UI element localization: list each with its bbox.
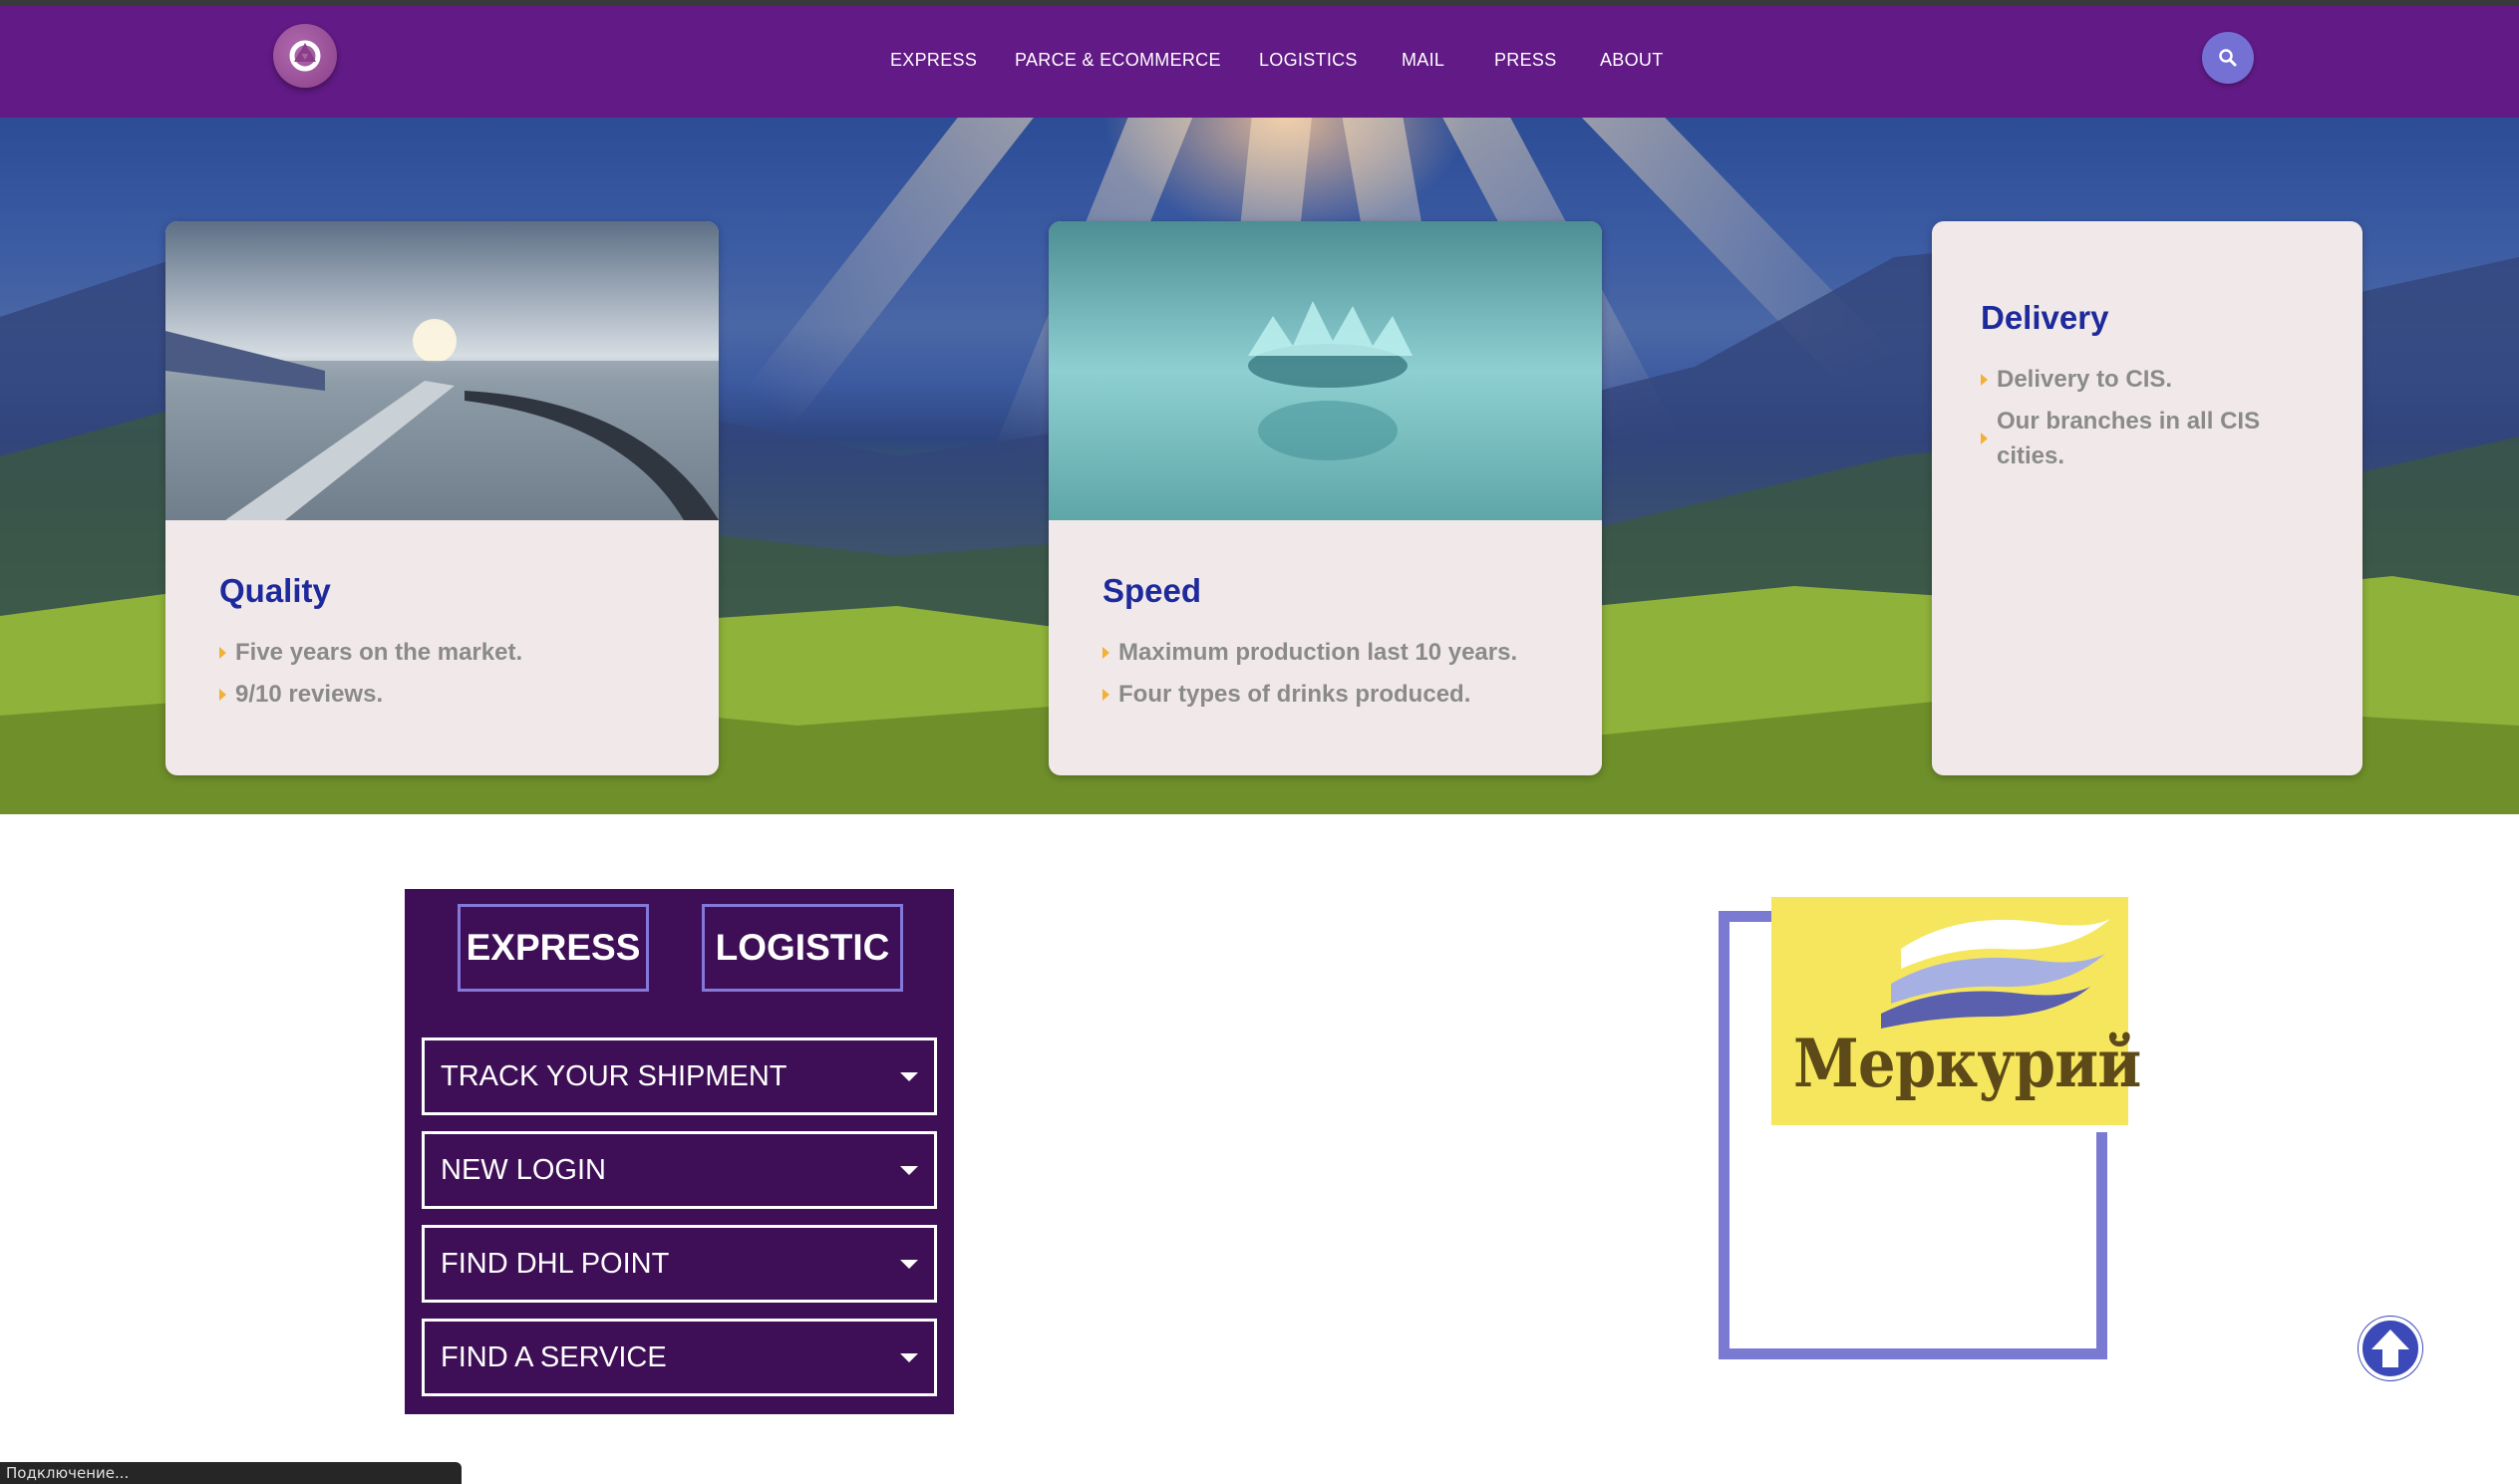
feature-card-speed: Speed Maximum production last 10 years. … (1049, 221, 1602, 775)
brand-logo[interactable]: Меркурий (1771, 897, 2141, 1125)
arrow-up-circle-icon (2359, 1317, 2422, 1380)
search-button[interactable] (2202, 32, 2254, 84)
nav-item-about[interactable]: ABOUT (1600, 50, 1664, 71)
tab-logistic[interactable]: LOGISTIC (702, 904, 903, 992)
water-treatment-image (165, 221, 719, 520)
card-title: Quality (219, 572, 331, 609)
wave-mark-icon (1881, 919, 2110, 1029)
dropdown-label: FIND DHL POINT (441, 1248, 670, 1280)
find-dhl-point-dropdown[interactable]: FIND DHL POINT (422, 1225, 937, 1303)
feature-card-delivery: Delivery Delivery to CIS. Our branches i… (1932, 221, 2362, 775)
services-panel: EXPRESS LOGISTIC TRACK YOUR SHIPMENT NEW… (405, 889, 954, 1414)
dropdown-label: NEW LOGIN (441, 1154, 606, 1186)
track-shipment-dropdown[interactable]: TRACK YOUR SHIPMENT (422, 1038, 937, 1115)
list-item: Maximum production last 10 years. (1102, 635, 1571, 670)
list-item: Five years on the market. (219, 635, 678, 670)
card-feature-list: Delivery to CIS. Our branches in all CIS… (1981, 362, 2320, 480)
caret-down-icon (900, 1260, 918, 1269)
caret-down-icon (900, 1166, 918, 1175)
site-header: EXPRESS PARCE & ECOMMERCE LOGISTICS MAIL… (0, 6, 2519, 118)
nav-item-mail[interactable]: MAIL (1402, 50, 1444, 71)
hero-banner: Quality Five years on the market. 9/10 r… (0, 118, 2519, 814)
caret-down-icon (900, 1353, 918, 1362)
list-item: Our branches in all CIS cities. (1981, 404, 2320, 473)
card-title: Delivery (1981, 299, 2109, 336)
search-icon (2219, 49, 2237, 67)
nav-item-express[interactable]: EXPRESS (890, 50, 977, 71)
nav-item-parcel-ecommerce[interactable]: PARCE & ECOMMERCE (1015, 50, 1221, 71)
site-logo[interactable] (273, 24, 337, 88)
dropdown-label: TRACK YOUR SHIPMENT (441, 1060, 787, 1092)
nav-item-logistics[interactable]: LOGISTICS (1259, 50, 1358, 71)
list-item: Delivery to CIS. (1981, 362, 2320, 397)
dropdown-label: FIND A SERVICE (441, 1341, 667, 1373)
feature-card-quality: Quality Five years on the market. 9/10 r… (165, 221, 719, 775)
scroll-top-button[interactable] (2358, 1316, 2423, 1381)
list-item: 9/10 reviews. (219, 677, 678, 712)
tab-express[interactable]: EXPRESS (458, 904, 649, 992)
caret-down-icon (900, 1072, 918, 1081)
water-splash-image (1049, 221, 1602, 520)
find-service-dropdown[interactable]: FIND A SERVICE (422, 1319, 937, 1396)
new-login-dropdown[interactable]: NEW LOGIN (422, 1131, 937, 1209)
card-feature-list: Five years on the market. 9/10 reviews. (219, 635, 678, 719)
brand-name: Меркурий (1793, 1025, 2141, 1102)
browser-status-bar: Подключение... (0, 1462, 462, 1484)
list-item: Four types of drinks produced. (1102, 677, 1571, 712)
card-feature-list: Maximum production last 10 years. Four t… (1102, 635, 1571, 719)
logo-mark-icon (289, 40, 321, 72)
nav-item-press[interactable]: PRESS (1494, 50, 1557, 71)
card-title: Speed (1102, 572, 1202, 609)
